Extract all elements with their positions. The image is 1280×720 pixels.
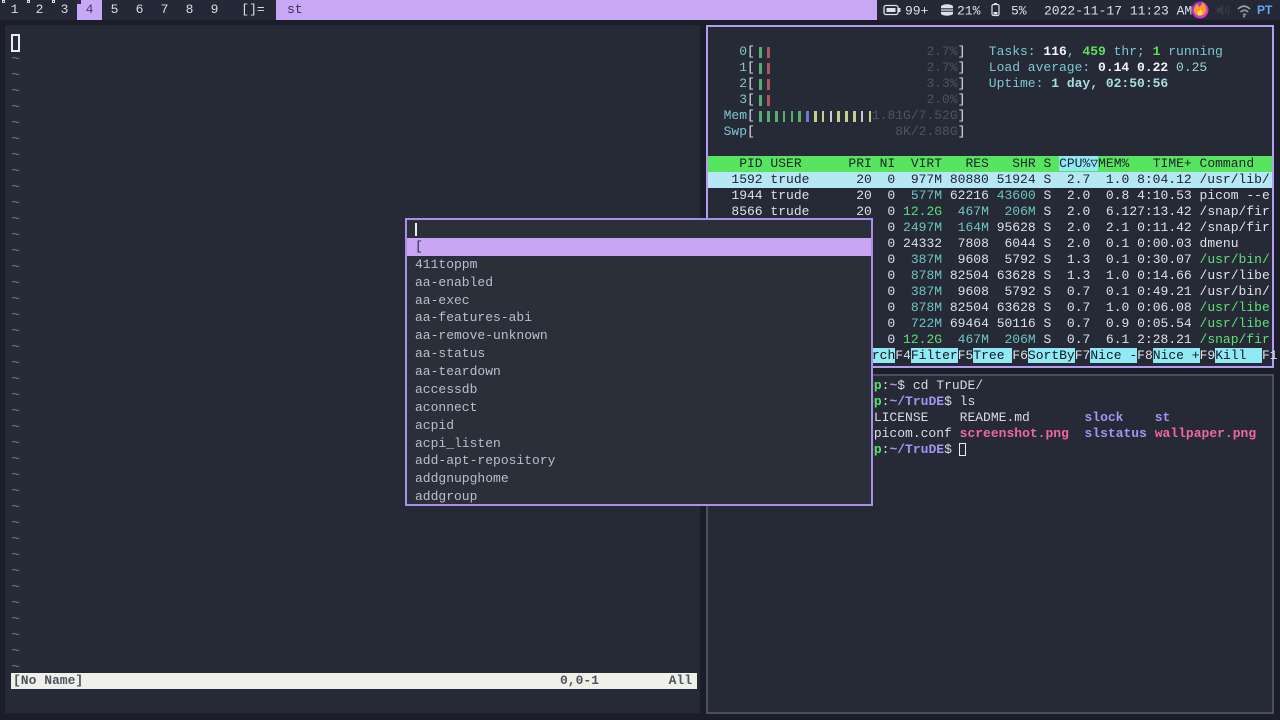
svg-text:PT: PT <box>1257 3 1273 17</box>
svg-text:2022-11-17 11:23 AM: 2022-11-17 11:23 AM <box>1044 4 1192 19</box>
svg-text:5%: 5% <box>1011 4 1027 19</box>
svg-text:99+: 99+ <box>905 4 929 19</box>
svg-text:21%: 21% <box>957 4 981 19</box>
